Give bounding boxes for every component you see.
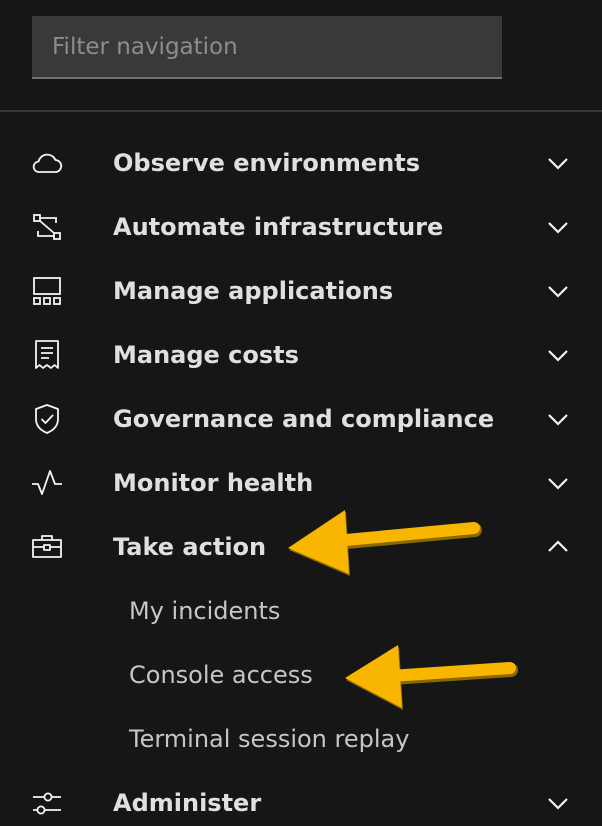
chevron-down-icon[interactable] [545, 471, 571, 495]
cloud-icon [30, 146, 64, 180]
navigation-panel: Observe environments Automate infrastruc… [0, 0, 602, 826]
nav-item-observe-environments[interactable]: Observe environments [0, 131, 602, 195]
nav-item-administer[interactable]: Administer [0, 771, 602, 826]
nav-item-take-action[interactable]: Take action [0, 515, 602, 579]
nav-item-label: Governance and compliance [113, 405, 495, 433]
receipt-icon [30, 338, 64, 372]
chevron-down-icon[interactable] [545, 791, 571, 815]
nav-item-monitor-health[interactable]: Monitor health [0, 451, 602, 515]
sub-item-console-access[interactable]: Console access [0, 643, 602, 707]
nav-item-label: Manage applications [113, 277, 394, 305]
nav-item-governance-and-compliance[interactable]: Governance and compliance [0, 387, 602, 451]
chevron-down-icon[interactable] [545, 279, 571, 303]
filter-section [0, 0, 602, 112]
nav-item-label: Administer [113, 789, 262, 817]
nav-item-manage-costs[interactable]: Manage costs [0, 323, 602, 387]
chevron-down-icon[interactable] [545, 151, 571, 175]
nav-item-label: Observe environments [113, 149, 421, 177]
toolbox-icon [30, 530, 64, 564]
nav-item-label: Automate infrastructure [113, 213, 444, 241]
chevron-up-icon[interactable] [545, 535, 571, 559]
nav-item-automate-infrastructure[interactable]: Automate infrastructure [0, 195, 602, 259]
sub-item-label: Terminal session replay [129, 725, 410, 753]
shield-check-icon [30, 402, 64, 436]
nav-item-manage-applications[interactable]: Manage applications [0, 259, 602, 323]
flow-icon [30, 210, 64, 244]
sub-item-terminal-session-replay[interactable]: Terminal session replay [0, 707, 602, 771]
chevron-down-icon[interactable] [545, 343, 571, 367]
nav-item-label: Monitor health [113, 469, 314, 497]
nav-item-label: Manage costs [113, 341, 299, 369]
chevron-down-icon[interactable] [545, 407, 571, 431]
filter-navigation-input[interactable] [32, 16, 502, 79]
chevron-down-icon[interactable] [545, 215, 571, 239]
activity-icon [30, 466, 64, 500]
sub-item-label: Console access [129, 661, 313, 689]
sub-item-label: My incidents [129, 597, 281, 625]
app-grid-icon [30, 274, 64, 308]
settings-adjust-icon [30, 786, 64, 820]
sub-item-my-incidents[interactable]: My incidents [0, 579, 602, 643]
nav-item-label: Take action [113, 533, 267, 561]
